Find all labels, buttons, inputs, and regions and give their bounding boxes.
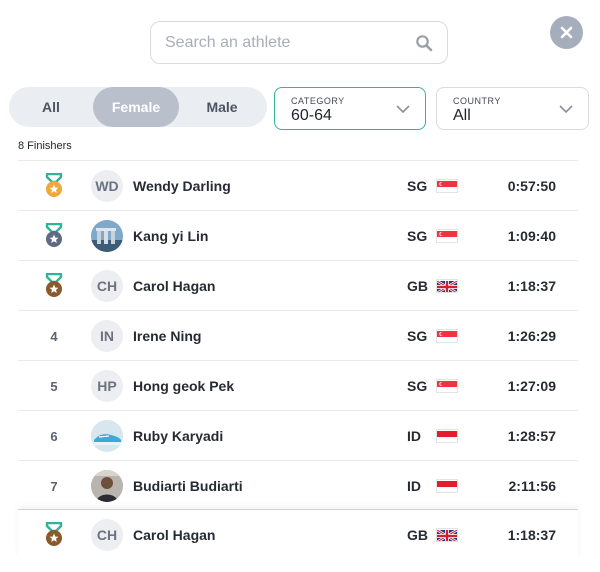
sg-flag (436, 179, 458, 193)
search-box[interactable] (150, 21, 448, 64)
finish-time: 2:11:56 (508, 478, 556, 494)
sg-flag (436, 329, 458, 343)
bronze-medal-icon (45, 522, 63, 546)
avatar: HP (91, 370, 123, 402)
finish-time: 1:18:37 (507, 278, 556, 294)
athlete-name[interactable]: Carol Hagan (133, 261, 215, 311)
chevron-down-icon (396, 105, 410, 114)
athlete-name[interactable]: Hong geok Pek (133, 361, 234, 411)
table-row[interactable]: 4 IN Irene Ning SG 1:26:29 (18, 310, 578, 360)
rank-cell (42, 510, 66, 560)
portrait-photo (91, 470, 123, 502)
tab-all[interactable]: All (9, 87, 93, 127)
city-photo (91, 220, 123, 252)
country-code: SG (407, 228, 428, 244)
country-code: SG (407, 378, 428, 394)
avatar (91, 420, 123, 452)
gb-flag-icon (437, 280, 457, 292)
finish-time: 1:28:57 (507, 428, 556, 444)
close-button[interactable] (550, 16, 583, 49)
athlete-name[interactable]: Irene Ning (133, 311, 201, 361)
id-flag-icon (437, 431, 457, 442)
sg-flag-icon (437, 381, 457, 392)
gold-medal-icon (45, 173, 63, 197)
pinned-result-row[interactable]: CH Carol Hagan GB 1:18:37 (18, 509, 578, 559)
rank-cell (42, 211, 66, 261)
table-row[interactable]: Kang yi Lin SG 1:09:40 (18, 210, 578, 260)
gb-flag (436, 279, 458, 293)
table-row[interactable]: WD Wendy Darling SG 0:57:50 (18, 160, 578, 210)
table-row[interactable]: CH Carol Hagan GB 1:18:37 (18, 260, 578, 310)
finish-time: 1:26:29 (507, 328, 556, 344)
rank-cell: 6 (50, 428, 58, 444)
bronze-medal-icon (45, 273, 63, 297)
athlete-name[interactable]: Carol Hagan (133, 510, 215, 560)
gender-filter: All Female Male (9, 87, 267, 127)
rank-cell: 4 (50, 328, 58, 344)
athlete-name[interactable]: Budiarti Budiarti (133, 461, 243, 511)
country-select[interactable]: COUNTRY All (436, 87, 589, 130)
category-select[interactable]: CATEGORY 60-64 (274, 87, 426, 130)
country-code: SG (407, 328, 428, 344)
id-flag (436, 429, 458, 443)
rank-cell: 5 (50, 378, 58, 394)
country-label: COUNTRY (453, 96, 501, 106)
country-code: GB (407, 527, 428, 543)
athlete-name[interactable]: Ruby Karyadi (133, 411, 223, 461)
athlete-name[interactable]: Kang yi Lin (133, 211, 208, 261)
close-icon (560, 26, 573, 39)
silver-medal-icon (45, 223, 63, 247)
id-flag (436, 479, 458, 493)
finish-time: 1:09:40 (507, 228, 556, 244)
rank-cell (42, 161, 66, 211)
rank-cell: 7 (50, 478, 58, 494)
athlete-name[interactable]: Wendy Darling (133, 161, 231, 211)
search-icon[interactable] (415, 34, 433, 52)
sg-flag-icon (437, 181, 457, 192)
category-label: CATEGORY (291, 96, 345, 106)
gb-flag (436, 528, 458, 542)
avatar (91, 220, 123, 252)
finishers-count: 8 Finishers (18, 140, 72, 152)
tab-male[interactable]: Male (179, 87, 265, 127)
gb-flag-icon (437, 529, 457, 541)
country-code: SG (407, 178, 428, 194)
rank-cell (42, 261, 66, 311)
sg-flag (436, 379, 458, 393)
country-value: All (453, 107, 471, 124)
table-row[interactable]: 6 Ruby Karyadi ID 1:28:57 (18, 410, 578, 460)
avatar (91, 470, 123, 502)
search-input[interactable] (165, 33, 415, 52)
category-value: 60-64 (291, 107, 332, 124)
chevron-down-icon (559, 105, 573, 114)
country-code: ID (407, 478, 421, 494)
avatar: CH (91, 519, 123, 551)
table-row[interactable]: 7 Budiarti Budiarti ID 2:11:56 (18, 460, 578, 510)
shoe-photo (91, 420, 123, 452)
sg-flag-icon (437, 331, 457, 342)
results-list: WD Wendy Darling SG 0:57:50 Kang yi Lin SG … (18, 160, 578, 551)
country-code: GB (407, 278, 428, 294)
avatar: WD (91, 170, 123, 202)
id-flag-icon (437, 481, 457, 492)
finish-time: 0:57:50 (507, 178, 556, 194)
finish-time: 1:18:37 (507, 527, 556, 543)
sg-flag-icon (437, 231, 457, 242)
country-code: ID (407, 428, 421, 444)
sg-flag (436, 229, 458, 243)
avatar: IN (91, 320, 123, 352)
finish-time: 1:27:09 (507, 378, 556, 394)
tab-female[interactable]: Female (93, 87, 179, 127)
table-row[interactable]: 5 HP Hong geok Pek SG 1:27:09 (18, 360, 578, 410)
avatar: CH (91, 270, 123, 302)
